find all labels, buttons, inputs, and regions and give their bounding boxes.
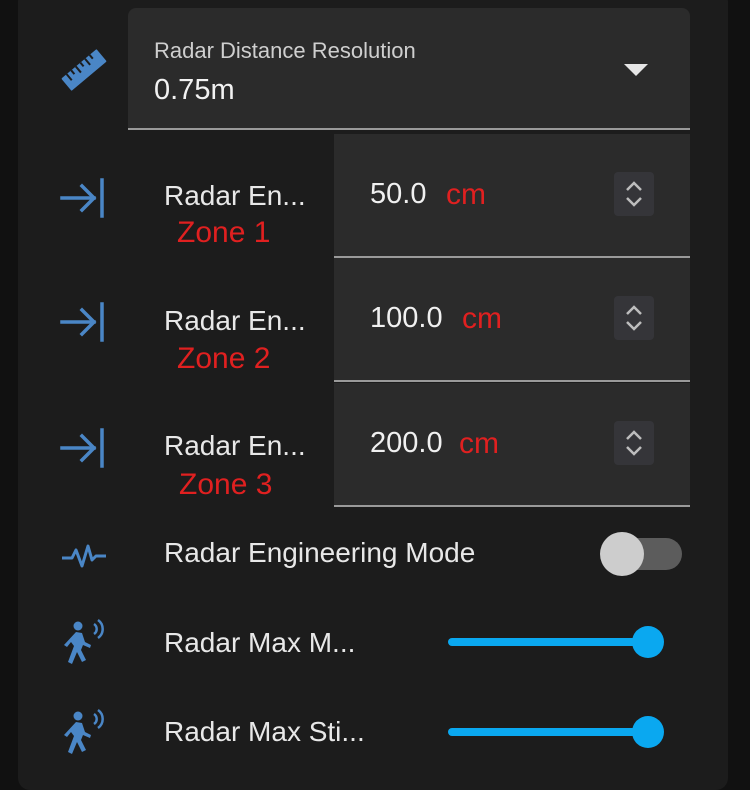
engineering-mode-label: Radar Engineering Mode bbox=[164, 537, 476, 568]
zone-2-unit: cm bbox=[462, 302, 502, 335]
select-value: 0.75m bbox=[154, 74, 235, 106]
radar-distance-resolution-select[interactable]: Radar Distance Resolution 0.75m bbox=[128, 8, 690, 130]
slider-track[interactable] bbox=[448, 638, 648, 646]
ruler-icon bbox=[58, 44, 110, 96]
zone-3-unit: cm bbox=[459, 427, 499, 460]
walking-person-signal-icon bbox=[58, 616, 110, 668]
zone-3-number-input[interactable]: 200.0 cm bbox=[334, 383, 690, 507]
spinner-icon[interactable] bbox=[614, 296, 654, 340]
zone-1-label: Radar En... bbox=[164, 180, 306, 211]
zone-1-name: Zone 1 bbox=[177, 216, 271, 249]
zone-2-name: Zone 2 bbox=[177, 342, 271, 375]
switch-thumb[interactable] bbox=[600, 532, 644, 576]
arrow-to-line-icon bbox=[58, 422, 110, 474]
zone-2-value: 100.0 bbox=[370, 302, 443, 334]
slider-1-label: Radar Max M... bbox=[164, 627, 356, 658]
zone-1-value: 50.0 bbox=[370, 178, 427, 210]
slider-thumb[interactable] bbox=[632, 716, 664, 748]
zone-3-name: Zone 3 bbox=[179, 468, 273, 501]
slider-thumb[interactable] bbox=[632, 626, 664, 658]
slider-track[interactable] bbox=[448, 728, 648, 736]
zone-1-unit: cm bbox=[446, 178, 486, 211]
slider-2-label: Radar Max Sti... bbox=[164, 716, 365, 747]
zone-1-number-input[interactable]: 50.0 cm bbox=[334, 134, 690, 258]
pulse-icon bbox=[58, 530, 110, 582]
zone-2-number-input[interactable]: 100.0 cm bbox=[334, 258, 690, 382]
slider-1[interactable] bbox=[448, 622, 668, 662]
chevron-down-icon bbox=[624, 64, 648, 76]
spinner-icon[interactable] bbox=[614, 172, 654, 216]
arrow-to-line-icon bbox=[58, 296, 110, 348]
spinner-icon[interactable] bbox=[614, 421, 654, 465]
zone-2-label: Radar En... bbox=[164, 305, 306, 336]
slider-2[interactable] bbox=[448, 712, 668, 752]
select-label: Radar Distance Resolution bbox=[154, 38, 416, 63]
walking-person-signal-icon bbox=[58, 706, 110, 758]
zone-3-label: Radar En... bbox=[164, 430, 306, 461]
zone-3-value: 200.0 bbox=[370, 427, 443, 459]
arrow-to-line-icon bbox=[58, 172, 110, 224]
